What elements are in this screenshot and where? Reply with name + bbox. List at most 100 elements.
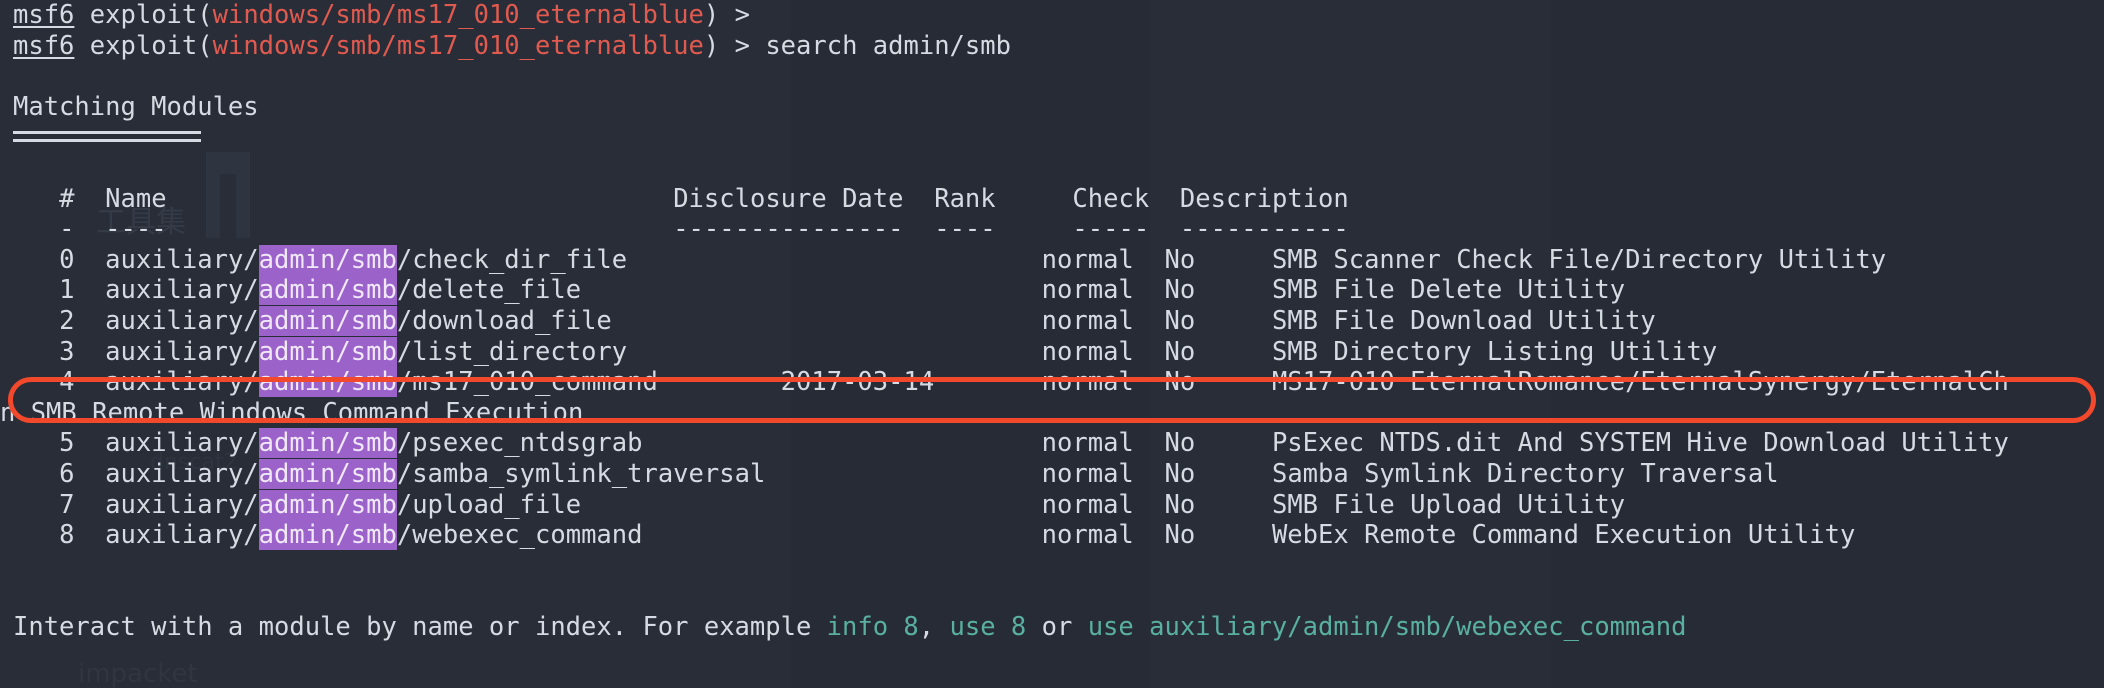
table-row[interactable]: 2 auxiliary/admin/smb/download_file norm… bbox=[0, 305, 2104, 337]
row-name-prefix: auxiliary/ bbox=[105, 336, 259, 367]
table-row[interactable]: 3 auxiliary/admin/smb/list_directory nor… bbox=[0, 336, 2104, 368]
row-disclosure-date bbox=[781, 306, 1042, 336]
row-name-search-match: admin/smb bbox=[258, 367, 397, 398]
prompt-close-paren-2: ) bbox=[703, 30, 720, 61]
table-body: 0 auxiliary/admin/smb/check_dir_file nor… bbox=[0, 244, 2104, 551]
prompt-line-2: msf6 exploit(windows/smb/ms17_010_eterna… bbox=[0, 31, 2104, 62]
row-description: MS17-010 EternalRomance/EternalSynergy/E… bbox=[1271, 367, 2009, 398]
row-name-suffix: /list_directory bbox=[396, 336, 628, 367]
row-name-prefix: auxiliary/ bbox=[105, 367, 259, 398]
table-row[interactable]: 7 auxiliary/admin/smb/upload_file normal… bbox=[0, 489, 2104, 521]
prompt-open-paren: ( bbox=[197, 0, 213, 30]
row-check: No bbox=[1164, 520, 1272, 551]
row-check: No bbox=[1164, 458, 1272, 489]
row-name-search-match: admin/smb bbox=[258, 520, 397, 551]
row-disclosure-date bbox=[781, 490, 1042, 520]
table-row[interactable]: 4 auxiliary/admin/smb/ms17_010_command 2… bbox=[0, 367, 2104, 398]
row-name-padding bbox=[581, 275, 781, 305]
row-name-suffix: /delete_file bbox=[396, 275, 582, 306]
prompt-open-paren-2: ( bbox=[197, 30, 213, 61]
row-name-padding bbox=[612, 306, 781, 336]
footer-sep-2: or bbox=[1026, 611, 1088, 642]
row-name-padding bbox=[627, 245, 781, 275]
prompt-space-2 bbox=[74, 31, 89, 61]
rule-name: ---- bbox=[105, 214, 167, 245]
row-rank: normal bbox=[1041, 367, 1165, 398]
prompt-context-word-2: exploit bbox=[89, 30, 198, 61]
rule-gap-1 bbox=[74, 214, 105, 244]
typed-command: search admin/smb bbox=[765, 30, 1011, 61]
row-name-padding bbox=[642, 428, 780, 458]
row-indent bbox=[13, 337, 59, 367]
row-description: SMB Directory Listing Utility bbox=[1271, 336, 1718, 367]
footer-hint-line: Interact with a module by name or index.… bbox=[0, 612, 2104, 643]
row-description: SMB File Download Utility bbox=[1271, 305, 1656, 336]
column-header-description: Description bbox=[1179, 183, 1349, 214]
row-name-search-match: admin/smb bbox=[258, 458, 397, 489]
row-name-prefix: auxiliary/ bbox=[105, 428, 259, 459]
row-indent bbox=[13, 367, 59, 397]
row-gap-1 bbox=[74, 367, 105, 397]
rule-disclosure-date: --------------- bbox=[673, 214, 904, 245]
row-index: 0 bbox=[59, 244, 75, 275]
gap-2 bbox=[167, 184, 674, 214]
prompt-context-word: exploit bbox=[89, 0, 198, 30]
row-description: SMB Scanner Check File/Directory Utility bbox=[1271, 244, 1887, 275]
table-header-row: # Name Disclosure Date Rank Check Descri… bbox=[0, 184, 2104, 215]
table-row[interactable]: 8 auxiliary/admin/smb/webexec_command no… bbox=[0, 520, 2104, 551]
table-row[interactable]: 0 auxiliary/admin/smb/check_dir_file nor… bbox=[0, 244, 2104, 276]
column-header-check: Check bbox=[1072, 183, 1150, 214]
row-name-padding bbox=[765, 459, 780, 489]
prompt-line-1: msf6 exploit(windows/smb/ms17_010_eterna… bbox=[0, 0, 2104, 31]
row-gap-1 bbox=[74, 490, 105, 520]
table-row[interactable]: 5 auxiliary/admin/smb/psexec_ntdsgrab no… bbox=[0, 428, 2104, 459]
row-name-suffix: /check_dir_file bbox=[396, 244, 628, 275]
row-name-prefix: auxiliary/ bbox=[105, 244, 259, 275]
row-name-suffix: /ms17_010_command bbox=[396, 367, 658, 398]
row-gap-1 bbox=[74, 306, 105, 336]
row-name-prefix: auxiliary/ bbox=[105, 305, 259, 336]
row-index: 8 bbox=[59, 520, 75, 551]
row-indent bbox=[13, 428, 59, 458]
gap-3 bbox=[904, 184, 935, 214]
row-name-prefix: auxiliary/ bbox=[105, 520, 259, 551]
row-indent bbox=[13, 245, 59, 275]
footer-text: Interact with a module by name or index.… bbox=[13, 611, 827, 642]
row-name-search-match: admin/smb bbox=[258, 275, 397, 306]
row-name-prefix: auxiliary/ bbox=[105, 489, 259, 520]
row-indent bbox=[13, 520, 59, 550]
header-indent bbox=[13, 184, 59, 214]
row-disclosure-date: 2017-03-14 bbox=[780, 367, 1042, 398]
row-rank: normal bbox=[1041, 244, 1165, 275]
row-name-suffix: /download_file bbox=[396, 305, 612, 336]
row-gap-1 bbox=[74, 275, 105, 305]
row-name-padding bbox=[642, 520, 780, 550]
row-name-search-match: admin/smb bbox=[258, 336, 397, 367]
section-title: Matching Modules bbox=[13, 91, 259, 122]
row-description: SMB File Upload Utility bbox=[1271, 489, 1626, 520]
row-name-search-match: admin/smb bbox=[258, 489, 397, 520]
table-header-rule-row: - ---- --------------- ---- ----- ------… bbox=[0, 214, 2104, 245]
footer-example-info: info 8 bbox=[826, 611, 919, 642]
row-name-suffix: /webexec_command bbox=[396, 520, 643, 551]
row-indent bbox=[13, 490, 59, 520]
gap-1 bbox=[74, 184, 105, 214]
rule-rank: ---- bbox=[934, 214, 996, 245]
section-title-line: Matching Modules bbox=[0, 92, 2104, 123]
column-header-disclosure-date: Disclosure Date bbox=[673, 183, 904, 214]
row-indent bbox=[13, 459, 59, 489]
row-rank: normal bbox=[1041, 458, 1165, 489]
row-name-suffix: /upload_file bbox=[396, 489, 582, 520]
row-description: Samba Symlink Directory Traversal bbox=[1271, 458, 1779, 489]
row-description-continuation: n SMB Remote Windows Command Execution bbox=[0, 397, 584, 428]
row-disclosure-date bbox=[781, 520, 1042, 550]
row-index: 4 bbox=[59, 367, 75, 398]
terminal-screen: msf6 exploit(windows/smb/ms17_010_eterna… bbox=[0, 0, 2104, 642]
table-row[interactable]: 1 auxiliary/admin/smb/delete_file normal… bbox=[0, 275, 2104, 306]
row-name-search-match: admin/smb bbox=[258, 244, 397, 275]
rule-gap-3 bbox=[904, 214, 935, 244]
footer-example-use-index: use 8 bbox=[949, 611, 1027, 642]
terminal-window[interactable]: 工具集 dnscat2 impacket msf6 exploit(window… bbox=[0, 0, 2104, 688]
table-row[interactable]: 6 auxiliary/admin/smb/samba_symlink_trav… bbox=[0, 458, 2104, 490]
